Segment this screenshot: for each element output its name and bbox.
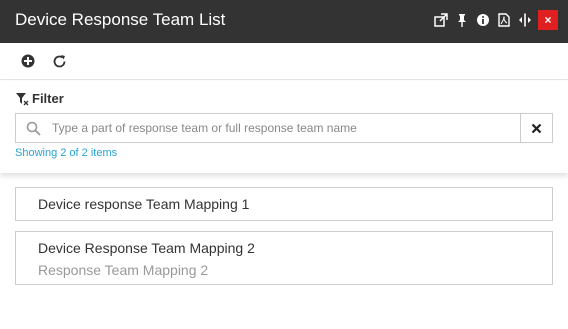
list-item-subtitle: Response Team Mapping 2 [38, 262, 209, 278]
close-button[interactable]: × [538, 10, 558, 30]
search-icon [26, 121, 41, 136]
add-icon [21, 54, 35, 68]
list-item[interactable]: Device response Team Mapping 1 [15, 187, 553, 221]
popout-icon[interactable] [431, 11, 450, 30]
info-icon[interactable] [473, 11, 492, 30]
filter-icon [16, 92, 29, 105]
close-icon [531, 123, 542, 133]
list-item-title: Device response Team Mapping 1 [38, 196, 250, 212]
clear-search-button[interactable] [520, 113, 553, 143]
search-box [15, 113, 521, 143]
toolbar [0, 43, 568, 80]
filter-label: Filter [32, 91, 64, 106]
filter-panel: Filter Showing 2 of 2 items [0, 81, 568, 173]
filter-header: Filter [15, 91, 64, 106]
list-item-title: Device Response Team Mapping 2 [38, 240, 255, 256]
search-input[interactable] [52, 115, 512, 141]
window-controls: × [429, 10, 558, 30]
team-list: Device response Team Mapping 1 Device Re… [15, 187, 553, 295]
refresh-icon [53, 54, 65, 67]
pdf-icon[interactable] [494, 11, 513, 30]
pin-icon[interactable] [452, 11, 471, 30]
resize-icon[interactable] [515, 11, 534, 30]
window-titlebar: Device Response Team List × [0, 0, 568, 43]
list-item[interactable]: Device Response Team Mapping 2 Response … [15, 231, 553, 285]
window-title: Device Response Team List [15, 10, 226, 29]
item-count: Showing 2 of 2 items [15, 147, 118, 159]
refresh-button[interactable] [50, 52, 68, 70]
add-button[interactable] [19, 52, 37, 70]
